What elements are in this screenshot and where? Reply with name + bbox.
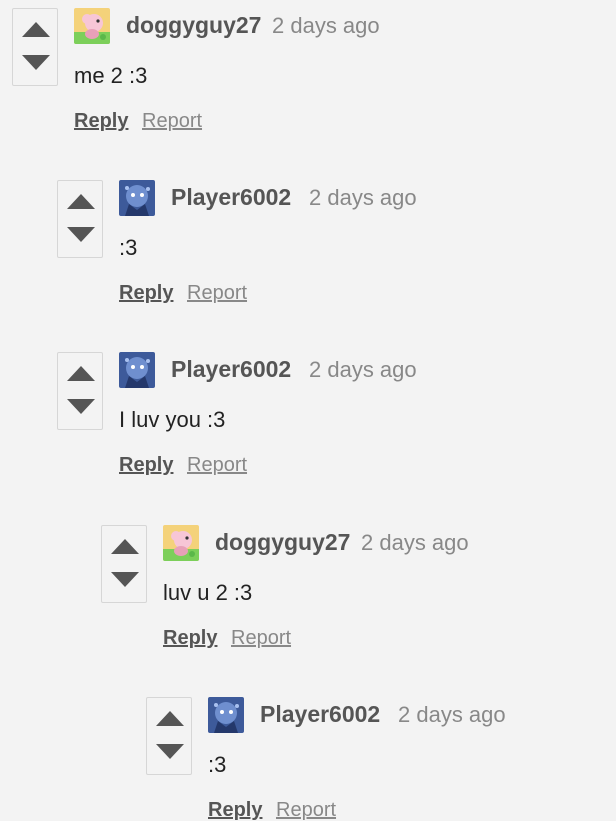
avatar[interactable] [119,180,155,216]
vote-box [12,8,58,86]
comment-author[interactable]: Player6002 [260,701,380,728]
downvote-arrow-icon[interactable] [111,572,139,587]
comment-thread: doggyguy27 2 days ago me 2 :3 Reply Repo… [0,0,616,821]
reply-button[interactable]: Reply [163,627,217,650]
report-button[interactable]: Report [276,799,336,821]
comment-body: I luv you :3 [119,407,226,432]
reply-button[interactable]: Reply [119,454,173,477]
vote-box [57,180,103,258]
downvote-arrow-icon[interactable] [67,227,95,242]
downvote-arrow-icon[interactable] [156,744,184,759]
downvote-arrow-icon[interactable] [67,399,95,414]
vote-box [146,697,192,775]
comment-body: luv u 2 :3 [163,580,253,605]
reply-button[interactable]: Reply [208,799,262,821]
vote-box [101,525,147,603]
vote-box [57,352,103,430]
comment-author[interactable]: doggyguy27 [215,529,350,556]
upvote-arrow-icon[interactable] [111,539,139,554]
avatar[interactable] [208,697,244,733]
comment-author[interactable]: doggyguy27 [126,12,261,39]
reply-button[interactable]: Reply [119,282,173,305]
upvote-arrow-icon[interactable] [67,194,95,209]
upvote-arrow-icon[interactable] [22,22,50,37]
comment-timestamp: 2 days ago [398,702,506,727]
comment-timestamp: 2 days ago [272,13,380,38]
report-button[interactable]: Report [231,627,291,650]
reply-button[interactable]: Reply [74,110,128,133]
comment-body: me 2 :3 [74,63,148,88]
report-button[interactable]: Report [187,454,247,477]
avatar[interactable] [74,8,110,44]
avatar[interactable] [163,525,199,561]
comment-body: :3 [208,752,227,777]
upvote-arrow-icon[interactable] [67,366,95,381]
comment-author[interactable]: Player6002 [171,184,291,211]
comment-timestamp: 2 days ago [361,530,469,555]
report-button[interactable]: Report [142,110,202,133]
comment-body: :3 [119,235,138,260]
report-button[interactable]: Report [187,282,247,305]
comment-timestamp: 2 days ago [309,185,417,210]
downvote-arrow-icon[interactable] [22,55,50,70]
avatar[interactable] [119,352,155,388]
comment-author[interactable]: Player6002 [171,356,291,383]
comment-timestamp: 2 days ago [309,357,417,382]
upvote-arrow-icon[interactable] [156,711,184,726]
